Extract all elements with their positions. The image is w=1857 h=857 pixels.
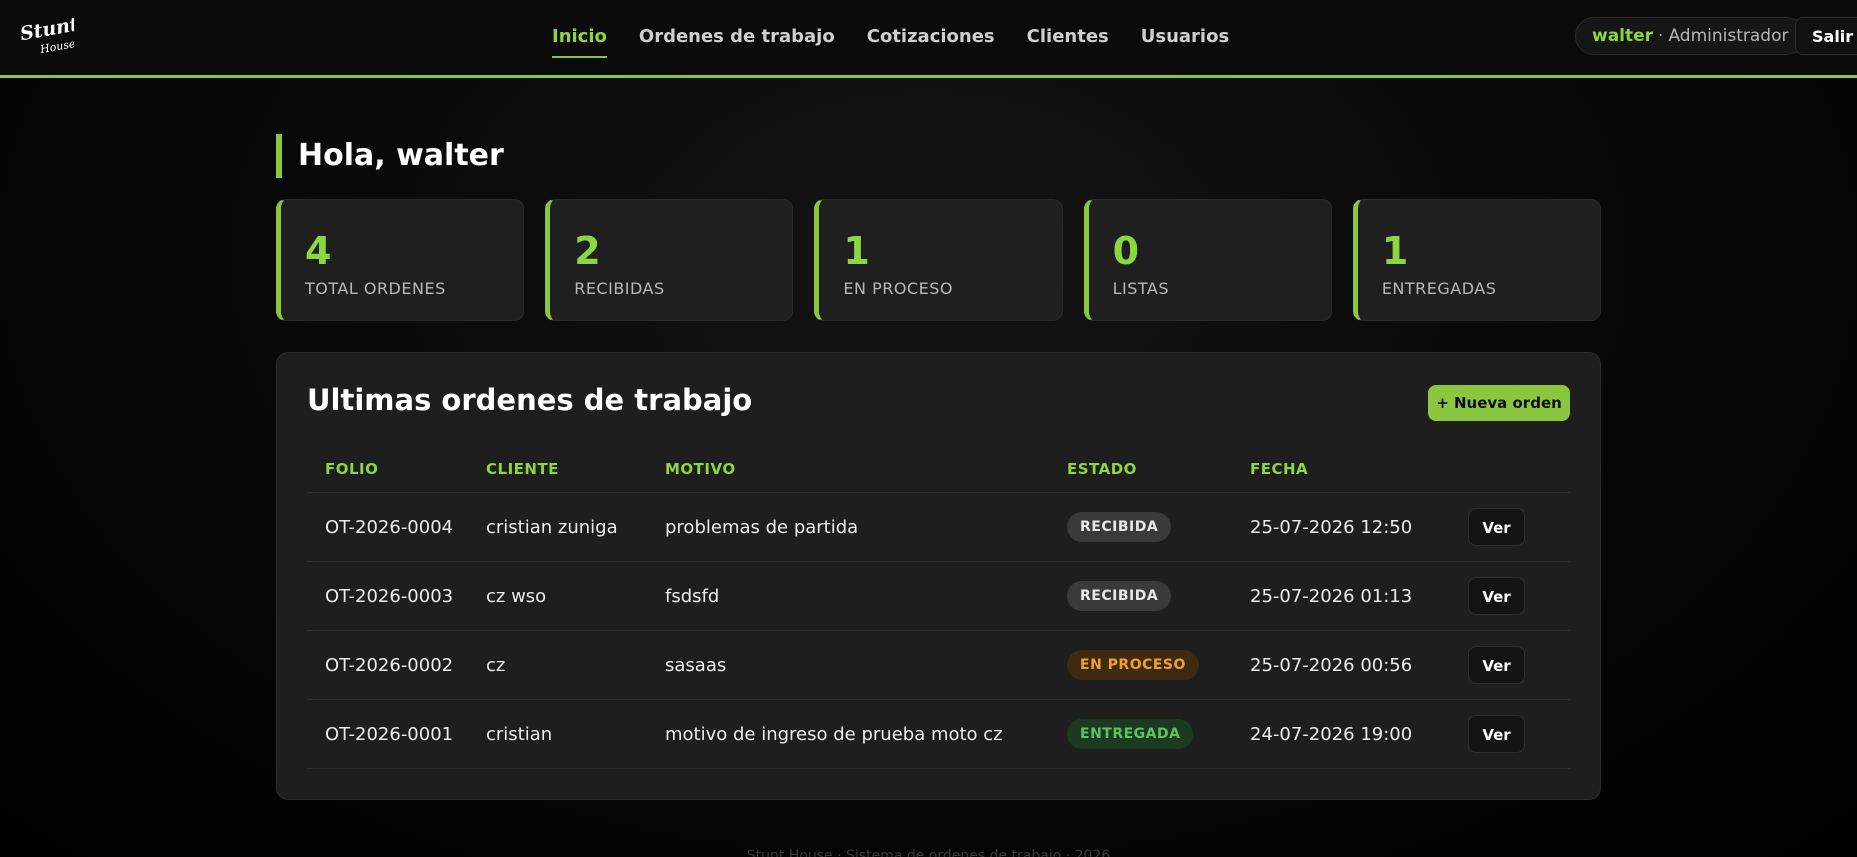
logout-button[interactable]: Salir	[1795, 17, 1857, 55]
cell-fecha: 25-07-2026 12:50	[1250, 516, 1413, 538]
cell-motivo: problemas de partida	[665, 516, 859, 538]
cell-estado: RECIBIDA	[1067, 512, 1250, 542]
page-footer: Stunt House · Sistema de ordenes de trab…	[746, 848, 1111, 857]
user-name: walter	[1592, 26, 1654, 46]
cell-folio: OT-2026-0003	[325, 585, 454, 607]
column-header-estado[interactable]: ESTADO	[1067, 460, 1250, 478]
nav-link-clientes[interactable]: Clientes	[1011, 22, 1125, 58]
cell-actions: Ver	[1460, 715, 1570, 753]
cell-actions: Ver	[1460, 508, 1570, 546]
cell-motivo: motivo de ingreso de prueba moto cz	[665, 723, 1003, 745]
cell-actions: Ver	[1460, 646, 1570, 684]
stat-value: 2	[574, 229, 601, 273]
stat-value: 4	[305, 229, 332, 273]
stat-card-total: 4 TOTAL ORDENES	[276, 199, 525, 321]
view-order-button[interactable]: Ver	[1468, 508, 1525, 546]
view-order-button[interactable]: Ver	[1468, 646, 1525, 684]
cell-cliente: cristian zuniga	[486, 516, 618, 538]
column-header-folio[interactable]: FOLIO	[307, 460, 486, 478]
stats-row: 4 TOTAL ORDENES 2 RECIBIDAS 1 EN PROCESO…	[276, 199, 1602, 321]
nav-link-cotizaciones[interactable]: Cotizaciones	[851, 22, 1011, 58]
view-order-button[interactable]: Ver	[1468, 715, 1525, 753]
cell-fecha: 25-07-2026 01:13	[1250, 585, 1413, 607]
logo-icon: Stunt House	[18, 14, 74, 56]
cell-cliente: cristian	[486, 723, 553, 745]
column-header-motivo[interactable]: MOTIVO	[665, 460, 1067, 478]
column-header-cliente[interactable]: CLIENTE	[486, 460, 665, 478]
cell-folio: OT-2026-0002	[325, 654, 454, 676]
stat-label: TOTAL ORDENES	[305, 279, 446, 298]
stat-label: LISTAS	[1112, 279, 1170, 298]
cell-motivo: sasaas	[665, 654, 727, 676]
cell-cliente: cz wso	[486, 585, 547, 607]
status-badge: ENTREGADA	[1067, 719, 1194, 749]
status-badge: EN PROCESO	[1067, 650, 1199, 680]
status-badge: RECIBIDA	[1067, 581, 1172, 611]
user-role: Administrador	[1668, 26, 1789, 46]
recent-orders-panel: Ultimas ordenes de trabajo + Nueva orden…	[276, 352, 1601, 800]
stat-label: EN PROCESO	[843, 279, 953, 298]
stunt-house-logo[interactable]: Stunt House	[18, 14, 74, 58]
stat-label: ENTREGADAS	[1381, 279, 1497, 298]
panel-title: Ultimas ordenes de trabajo	[307, 383, 753, 417]
cell-estado: EN PROCESO	[1067, 650, 1250, 680]
top-navbar: Stunt House Inicio Ordenes de trabajo Co…	[0, 0, 1857, 78]
cell-motivo: fsdsfd	[665, 585, 720, 607]
table-row: OT-2026-0004 cristian zuniga problemas d…	[307, 493, 1570, 562]
table-row: OT-2026-0003 cz wso fsdsfd RECIBIDA 25-0…	[307, 562, 1570, 631]
stat-value: 1	[843, 229, 870, 273]
column-header-fecha[interactable]: FECHA	[1250, 460, 1460, 478]
user-badge: walter · Administrador	[1575, 17, 1806, 55]
table-row: OT-2026-0001 cristian motivo de ingreso …	[307, 700, 1570, 769]
stat-label: RECIBIDAS	[574, 279, 665, 298]
page-title: Hola, walter	[276, 134, 504, 178]
main-nav: Inicio Ordenes de trabajo Cotizaciones C…	[536, 22, 1245, 58]
nav-link-ordenes[interactable]: Ordenes de trabajo	[623, 22, 851, 58]
stat-card-listas: 0 LISTAS	[1083, 199, 1332, 321]
cell-fecha: 25-07-2026 00:56	[1250, 654, 1413, 676]
cell-estado: RECIBIDA	[1067, 581, 1250, 611]
stat-value: 1	[1381, 229, 1409, 273]
cell-estado: ENTREGADA	[1067, 719, 1250, 749]
orders-table: FOLIO CLIENTE MOTIVO ESTADO FECHA OT-202…	[307, 445, 1570, 769]
cell-folio: OT-2026-0004	[325, 516, 454, 538]
status-badge: RECIBIDA	[1067, 512, 1172, 542]
nav-link-usuarios[interactable]: Usuarios	[1125, 22, 1245, 58]
cell-actions: Ver	[1460, 577, 1570, 615]
cell-fecha: 24-07-2026 19:00	[1250, 723, 1413, 745]
stat-card-entregadas: 1 ENTREGADAS	[1352, 199, 1602, 321]
cell-folio: OT-2026-0001	[325, 723, 454, 745]
table-row: OT-2026-0002 cz sasaas EN PROCESO 25-07-…	[307, 631, 1570, 700]
nav-link-inicio[interactable]: Inicio	[536, 22, 623, 58]
view-order-button[interactable]: Ver	[1468, 577, 1525, 615]
stat-card-en-proceso: 1 EN PROCESO	[814, 199, 1063, 321]
stat-card-recibidas: 2 RECIBIDAS	[545, 199, 794, 321]
stat-value: 0	[1112, 229, 1140, 273]
table-header: FOLIO CLIENTE MOTIVO ESTADO FECHA	[307, 445, 1570, 493]
cell-cliente: cz	[486, 654, 506, 676]
new-order-button[interactable]: + Nueva orden	[1428, 385, 1570, 421]
user-separator: ·	[1658, 26, 1664, 46]
